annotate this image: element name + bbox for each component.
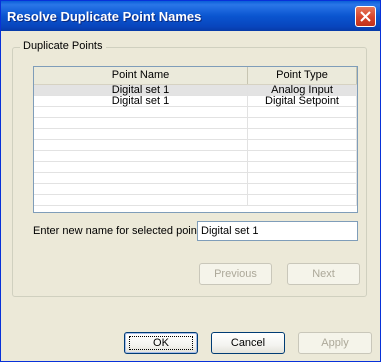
table-row[interactable] [34,173,357,184]
close-button[interactable] [355,6,376,27]
table-row[interactable]: Digital set 1 Analog Input [34,85,357,96]
cancel-button[interactable]: Cancel [211,332,285,354]
table-row[interactable] [34,118,357,129]
apply-button[interactable]: Apply [298,332,372,354]
focus-rectangle [129,336,193,350]
next-button[interactable]: Next [287,263,360,285]
column-header-point-name[interactable]: Point Name [34,67,248,84]
point-type-cell [248,195,357,206]
point-type-cell: Digital Setpoint [248,96,357,107]
title-bar[interactable]: Resolve Duplicate Point Names [1,1,380,31]
column-header-point-type[interactable]: Point Type [248,67,357,84]
table-row[interactable] [34,151,357,162]
point-name-cell: Digital set 1 [34,85,248,96]
table-row[interactable] [34,195,357,206]
list-header: Point Name Point Type [34,67,357,85]
point-name-cell [34,162,248,173]
point-name-cell [34,118,248,129]
window-title: Resolve Duplicate Point Names [7,9,202,24]
group-label: Duplicate Points [20,40,106,52]
point-name-cell [34,184,248,195]
previous-button[interactable]: Previous [199,263,272,285]
point-type-cell: Analog Input [248,85,357,96]
table-row[interactable] [34,140,357,151]
point-name-cell [34,107,248,118]
point-name-cell [34,173,248,184]
ok-button[interactable]: OK [124,332,198,354]
close-icon [360,11,371,22]
point-type-cell [248,162,357,173]
table-row[interactable] [34,184,357,195]
duplicate-points-list[interactable]: Point Name Point Type Digital set 1 Anal… [33,66,358,213]
point-type-cell [248,140,357,151]
point-name-cell [34,129,248,140]
new-name-label: Enter new name for selected point [33,225,200,237]
point-type-cell [248,184,357,195]
new-name-input[interactable] [197,221,358,241]
point-type-cell [248,118,357,129]
table-row[interactable] [34,107,357,118]
table-row[interactable]: Digital set 1 Digital Setpoint [34,96,357,107]
point-name-cell [34,151,248,162]
table-row[interactable] [34,129,357,140]
point-name-cell: Digital set 1 [34,96,248,107]
point-type-cell [248,129,357,140]
table-row[interactable] [34,162,357,173]
point-type-cell [248,151,357,162]
point-type-cell [248,107,357,118]
point-name-cell [34,140,248,151]
point-type-cell [248,173,357,184]
point-name-cell [34,195,248,206]
